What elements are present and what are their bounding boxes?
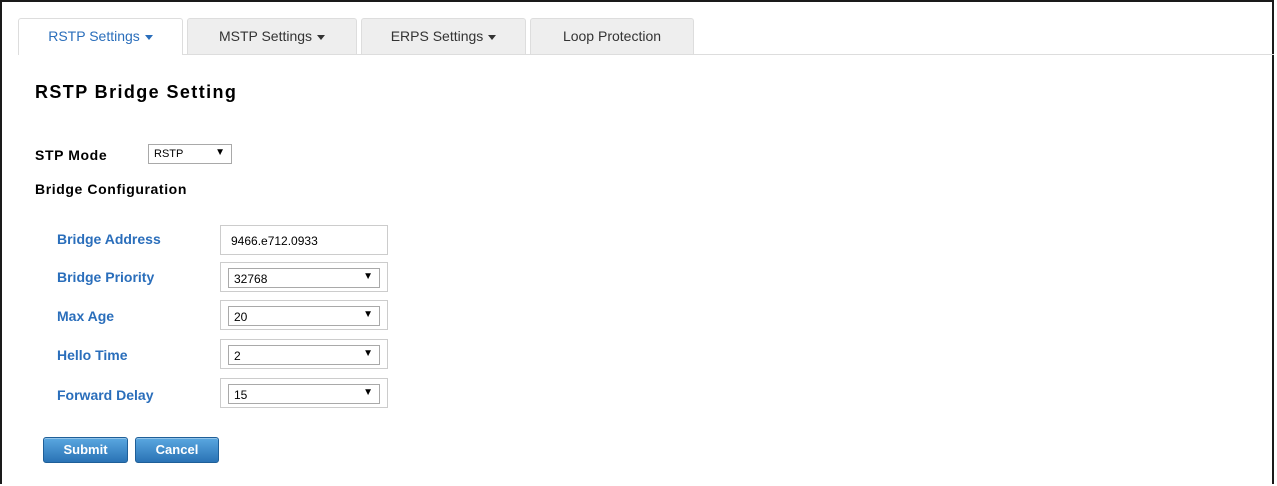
bridge-address-label: Bridge Address: [57, 231, 161, 247]
bridge-priority-select[interactable]: 32768 ▼: [228, 268, 380, 288]
bridge-priority-label: Bridge Priority: [57, 269, 155, 285]
bridge-priority-container: 32768 ▼: [220, 262, 388, 292]
hello-time-select[interactable]: 2 ▼: [228, 345, 380, 365]
caret-down-icon: [488, 34, 497, 40]
hello-time-value: 2: [234, 349, 241, 363]
max-age-value: 20: [234, 310, 248, 324]
bridge-priority-value: 32768: [234, 272, 268, 286]
tab-loop-protection[interactable]: Loop Protection: [530, 18, 694, 54]
stp-mode-label: STP Mode: [35, 147, 108, 163]
max-age-container: 20 ▼: [220, 300, 388, 330]
forward-delay-value: 15: [234, 388, 248, 402]
caret-down-icon: [144, 34, 153, 40]
tab-rstp-settings[interactable]: RSTP Settings: [18, 18, 183, 55]
cancel-button[interactable]: Cancel: [135, 437, 219, 463]
dropdown-arrow-icon: ▼: [363, 309, 373, 320]
dropdown-arrow-icon: ▼: [215, 147, 225, 158]
tab-label: Loop Protection: [562, 28, 662, 44]
dropdown-arrow-icon: ▼: [363, 387, 373, 398]
submit-button[interactable]: Submit: [43, 437, 128, 463]
bridge-address-field: 9466.e712.0933: [220, 225, 388, 255]
forward-delay-label: Forward Delay: [57, 387, 154, 403]
max-age-label: Max Age: [57, 308, 115, 324]
page-title: RSTP Bridge Setting: [35, 82, 238, 102]
hello-time-label: Hello Time: [57, 347, 128, 363]
tab-label: ERPS Settings: [390, 28, 484, 44]
max-age-select[interactable]: 20 ▼: [228, 306, 380, 326]
tab-mstp-settings[interactable]: MSTP Settings: [187, 18, 357, 54]
hello-time-container: 2 ▼: [220, 339, 388, 369]
bridge-address-value: 9466.e712.0933: [231, 234, 318, 248]
tab-erps-settings[interactable]: ERPS Settings: [361, 18, 526, 54]
stp-mode-value: RSTP: [154, 148, 184, 160]
forward-delay-container: 15 ▼: [220, 378, 388, 408]
dropdown-arrow-icon: ▼: [363, 348, 373, 359]
stp-mode-select[interactable]: RSTP ▼: [148, 144, 232, 164]
caret-down-icon: [317, 34, 326, 40]
dropdown-arrow-icon: ▼: [363, 271, 373, 282]
tab-label: RSTP Settings: [48, 28, 140, 44]
tab-bar: RSTP Settings MSTP Settings ERPS Setting…: [18, 18, 1274, 55]
bridge-configuration-heading: Bridge Configuration: [35, 181, 187, 197]
main-frame: RSTP Settings MSTP Settings ERPS Setting…: [0, 0, 1274, 484]
tab-label: MSTP Settings: [218, 28, 313, 44]
forward-delay-select[interactable]: 15 ▼: [228, 384, 380, 404]
